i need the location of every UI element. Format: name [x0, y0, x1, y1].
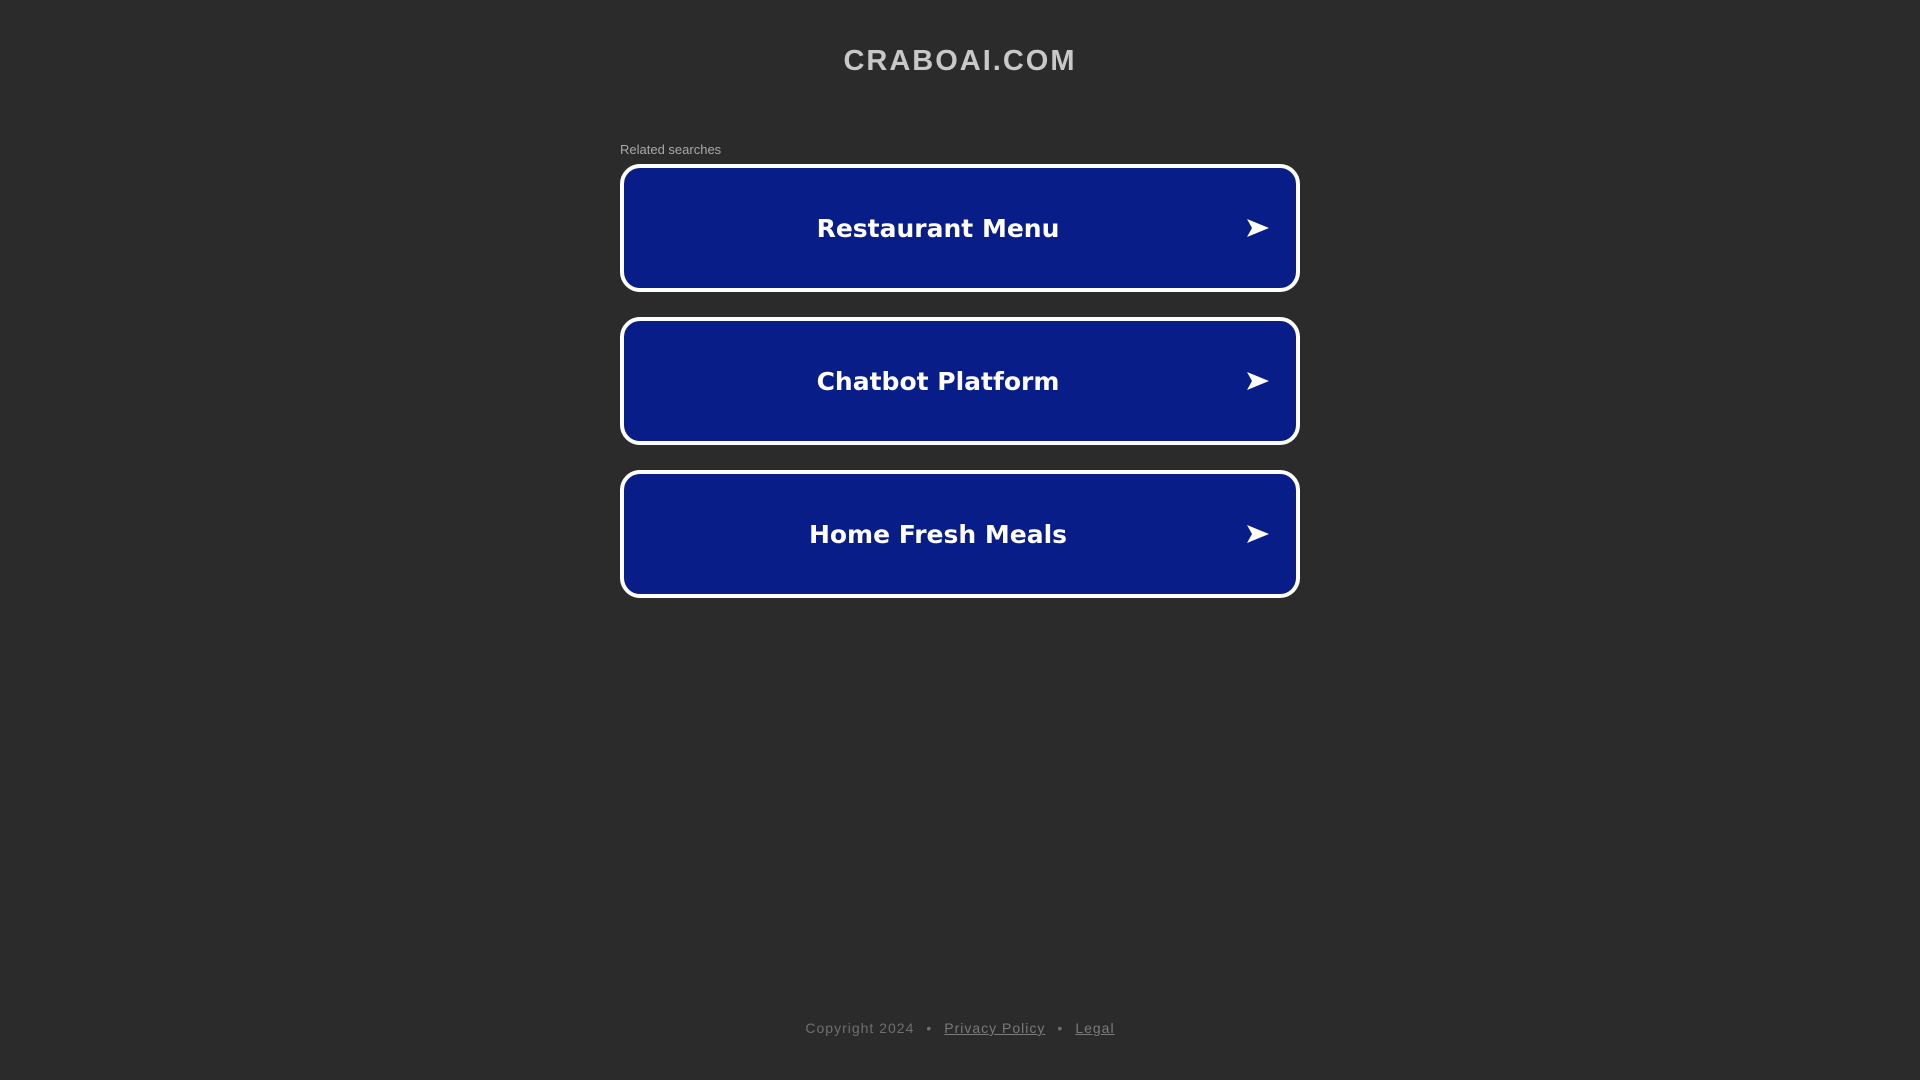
legal-link[interactable]: Legal — [1075, 1020, 1114, 1036]
footer: Copyright 2024 • Privacy Policy • Legal — [0, 1019, 1920, 1037]
privacy-policy-link[interactable]: Privacy Policy — [944, 1020, 1045, 1036]
search-button-restaurant-menu[interactable]: Restaurant Menu — [620, 164, 1300, 292]
copyright-text: Copyright 2024 — [805, 1020, 915, 1036]
search-button-home-fresh-meals[interactable]: Home Fresh Meals — [620, 470, 1300, 598]
footer-separator: • — [1057, 1020, 1064, 1036]
footer-separator: • — [926, 1020, 933, 1036]
related-searches: Related searches Restaurant Menu Chatbot… — [620, 142, 1300, 623]
related-searches-label: Related searches — [620, 142, 722, 157]
page: CRABOAI.COM Related searches Restaurant … — [0, 0, 1920, 1080]
search-button-label: Home Fresh Meals — [808, 519, 1068, 549]
arrow-right-icon — [1247, 219, 1269, 237]
arrow-right-icon — [1247, 372, 1269, 390]
search-button-chatbot-platform[interactable]: Chatbot Platform — [620, 317, 1300, 445]
search-button-label: Restaurant Menu — [816, 213, 1060, 243]
search-button-label: Chatbot Platform — [816, 366, 1060, 396]
arrow-right-icon — [1247, 525, 1269, 543]
site-title: CRABOAI.COM — [843, 45, 1077, 77]
